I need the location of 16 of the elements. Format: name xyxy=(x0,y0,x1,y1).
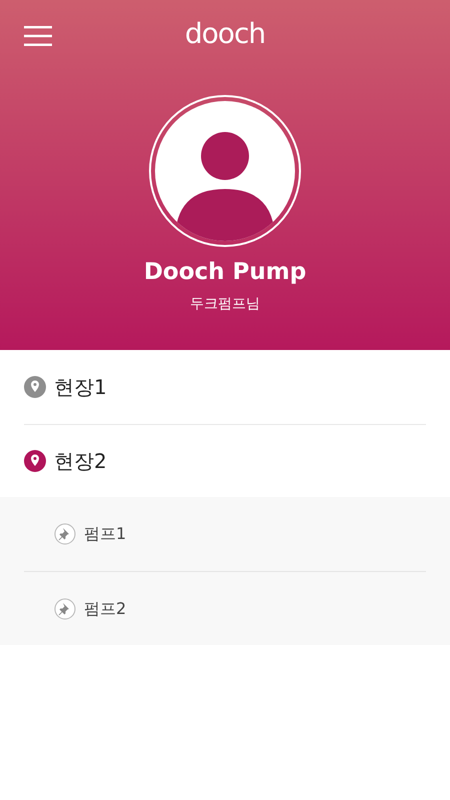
location-pin-icon xyxy=(24,450,46,472)
location-pin-icon xyxy=(24,376,46,398)
pushpin-icon xyxy=(54,598,76,620)
site-label: 현장1 xyxy=(54,374,107,401)
site-item[interactable]: 현장1 xyxy=(24,350,426,425)
profile-subtitle: 두크펌프님 xyxy=(190,294,260,314)
profile-name: Dooch Pump xyxy=(144,258,306,287)
site-label: 현장2 xyxy=(54,448,107,475)
pump-label: 펌프1 xyxy=(84,523,126,545)
pushpin-icon xyxy=(54,523,76,545)
logo: dooch xyxy=(184,16,266,48)
pump-label: 펌프2 xyxy=(84,598,126,620)
menu-icon xyxy=(24,26,52,46)
site-item[interactable]: 현장2 xyxy=(24,425,426,497)
pump-item[interactable]: 펌프2 xyxy=(24,571,426,645)
pump-item[interactable]: 펌프1 xyxy=(24,497,426,571)
